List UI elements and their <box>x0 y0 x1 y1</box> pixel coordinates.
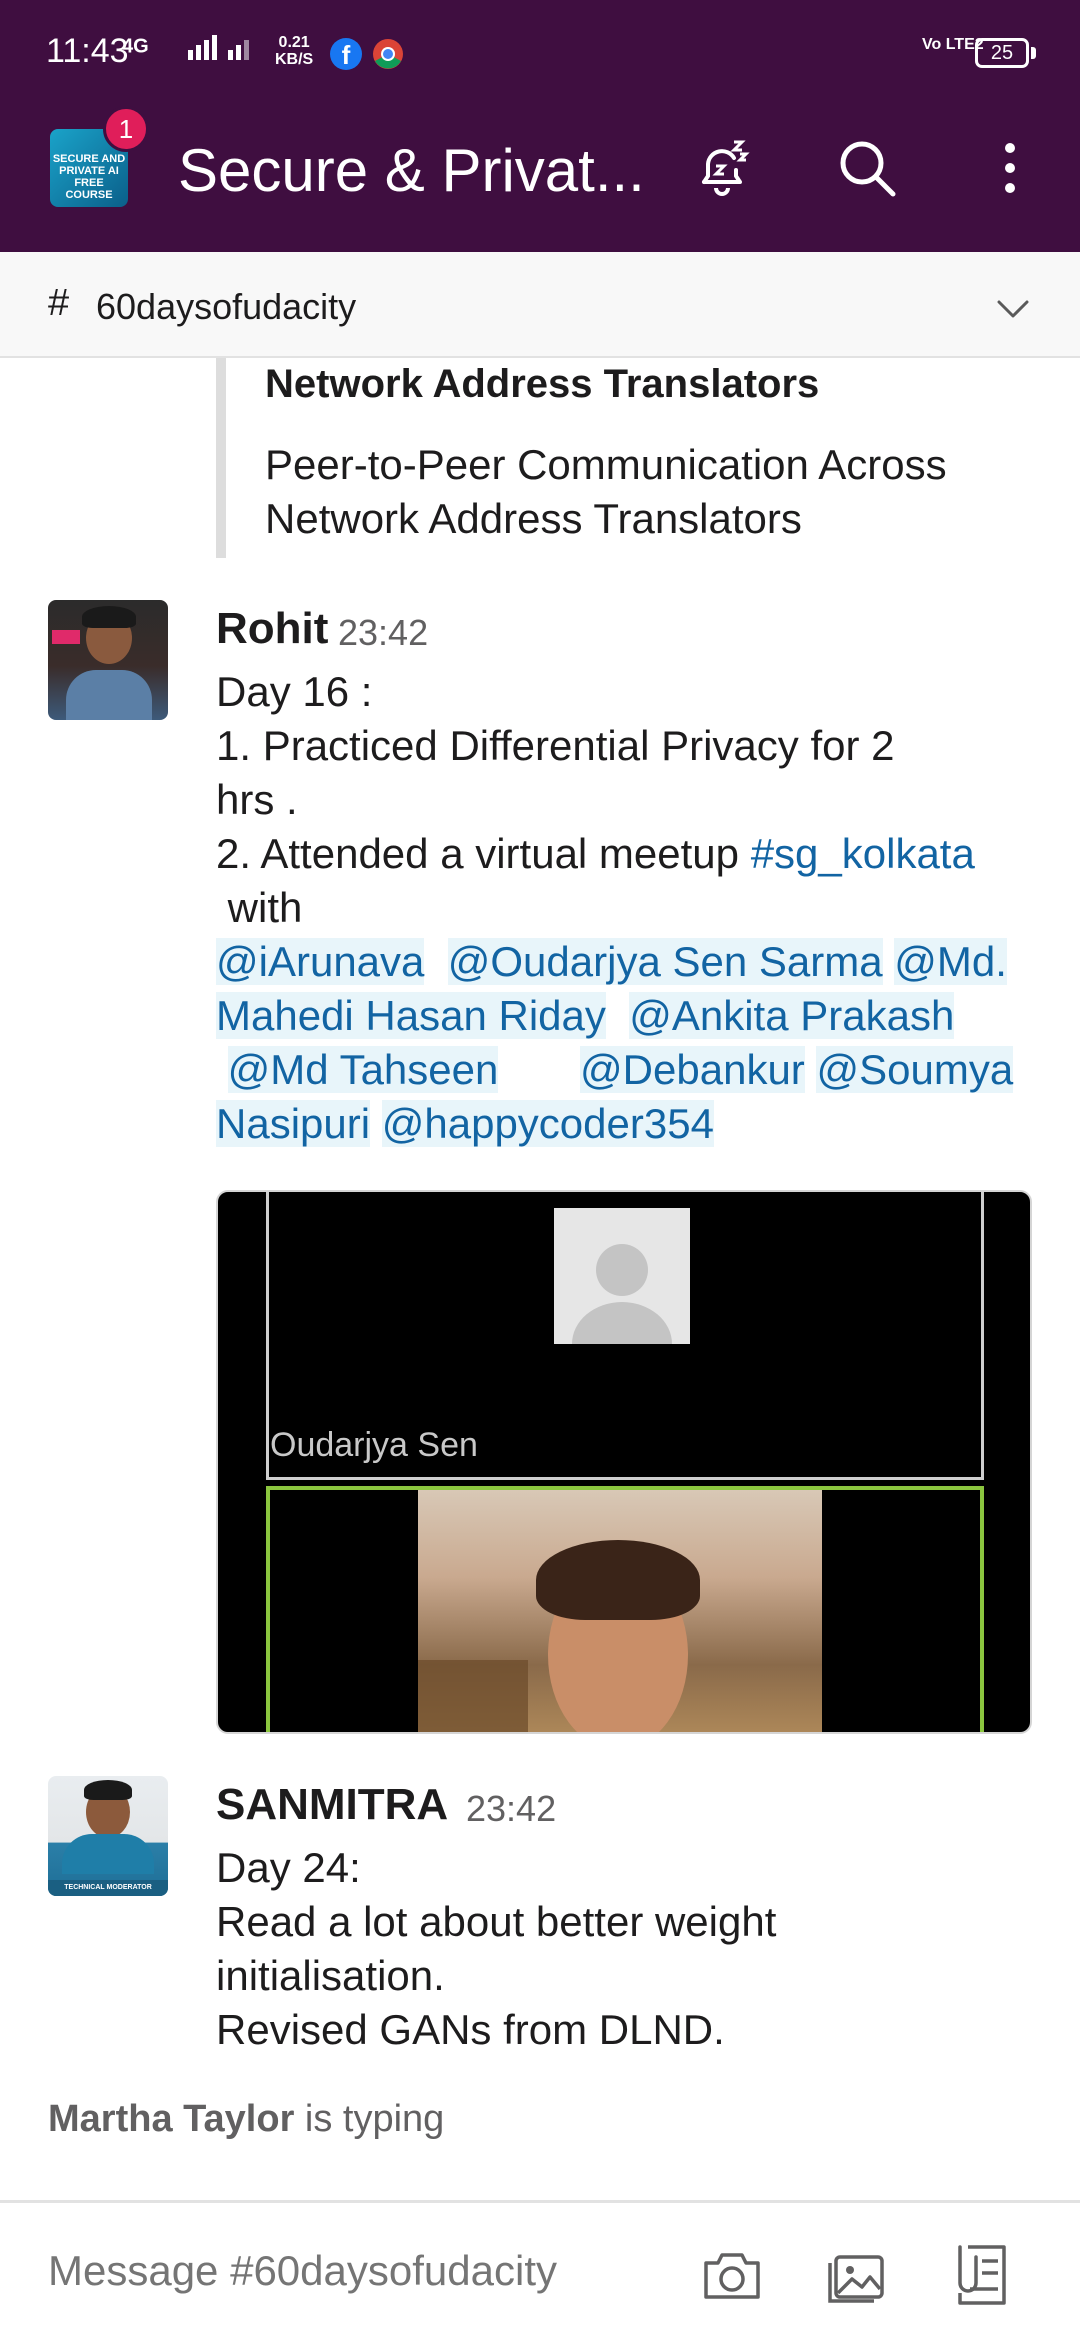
user-mention[interactable]: @Soumya <box>816 1046 1014 1093</box>
message-author[interactable]: SANMITRA <box>216 1780 448 1830</box>
workspace-title[interactable]: Secure & Privat... <box>178 136 645 205</box>
facebook-icon: f <box>330 38 362 70</box>
message-line: hrs . <box>216 776 298 823</box>
network-speed: 0.21 KB/S <box>275 34 313 68</box>
participant-video <box>418 1490 822 1732</box>
message-line: with <box>216 884 303 931</box>
typing-suffix: is typing <box>294 2098 445 2140</box>
battery-icon: 25 <box>975 38 1029 68</box>
avatar-sanmitra[interactable]: TECHNICAL MODERATOR <box>48 1776 168 1896</box>
user-mention[interactable]: @Oudarjya Sen Sarma <box>447 938 883 985</box>
message-body: Day 24: Read a lot about better weight i… <box>216 1841 1036 2057</box>
channel-hash-icon: # <box>48 282 70 324</box>
user-mention[interactable]: Mahedi Hasan Riday <box>216 992 606 1039</box>
message-line: @Md Tahseen @Debankur @Soumya <box>216 1043 1036 1097</box>
user-mention[interactable]: @Ankita Prakash <box>629 992 955 1039</box>
channel-link[interactable]: #sg_kolkata <box>751 830 975 877</box>
message-line: @iArunava @Oudarjya Sen Sarma @Md. <box>216 935 1036 989</box>
message-body: Day 16 : 1. Practiced Differential Priva… <box>216 665 1036 1151</box>
user-mention[interactable]: @happycoder354 <box>381 1100 714 1147</box>
more-options-icon[interactable] <box>978 136 1042 200</box>
message-line: Mahedi Hasan Riday @Ankita Prakash <box>216 989 1036 1043</box>
notification-badge: 1 <box>103 106 149 152</box>
message-line: Day 24: <box>216 1844 361 1891</box>
typing-user: Martha Taylor <box>48 2098 295 2140</box>
signal-bars-icon <box>188 35 250 60</box>
speed-unit: KB/S <box>275 51 314 68</box>
message-line: Read a lot about better weight <box>216 1898 777 1945</box>
message-author[interactable]: Rohit <box>216 604 328 654</box>
battery-level: 25 <box>990 42 1014 64</box>
app-header: SECURE AND PRIVATE AI FREE COURSE 1 Secu… <box>0 84 1080 252</box>
message-line: Day 16 : <box>216 668 373 715</box>
user-mention[interactable]: @Debankur <box>580 1046 805 1093</box>
message-line: initialisation. <box>216 1952 445 1999</box>
message-line: Nasipuri @happycoder354 <box>216 1097 1036 1151</box>
video-hair <box>536 1540 700 1620</box>
user-mention[interactable]: @iArunava <box>216 938 425 985</box>
chevron-down-icon[interactable] <box>995 290 1031 326</box>
participant-name: Oudarjya Sen <box>270 1426 478 1464</box>
message-timestamp[interactable]: 23:42 <box>466 1788 556 1830</box>
chrome-icon <box>373 39 403 69</box>
network-type: 4G <box>122 35 149 58</box>
user-mention[interactable]: @Md Tahseen <box>227 1046 499 1093</box>
network-signal-icon: 4G <box>122 34 254 60</box>
unfurl-quote-bar <box>216 358 226 558</box>
status-bar: 11:43 4G 0.21 KB/S f Vo LTE2 25 <box>0 0 1080 84</box>
message-line: Revised GANs from DLND. <box>216 2006 725 2053</box>
avatar-rohit[interactable] <box>48 600 168 720</box>
user-mention[interactable]: @Md. <box>894 938 1007 985</box>
status-time: 11:43 <box>46 32 129 70</box>
speed-value: 0.21 <box>278 34 310 51</box>
channel-bar[interactable]: # 60daysofudacity <box>0 252 1080 358</box>
attach-file-icon[interactable] <box>950 2243 1014 2307</box>
user-mention[interactable]: Nasipuri <box>216 1100 371 1147</box>
channel-name: 60daysofudacity <box>96 286 357 327</box>
search-icon[interactable] <box>835 136 899 200</box>
image-attachment[interactable]: Oudarjya Sen <box>216 1190 1032 1734</box>
person-silhouette-icon <box>572 1244 672 1344</box>
unfurl-description: Peer-to-Peer Communication Across Networ… <box>265 441 947 542</box>
typing-indicator: Martha Taylor is typing <box>48 2098 444 2141</box>
avatar-caption: TECHNICAL MODERATOR <box>48 1880 168 1896</box>
snooze-bell-icon[interactable] <box>690 136 754 200</box>
message-text: 2. Attended a virtual meetup <box>216 830 751 877</box>
battery-tip <box>1031 47 1036 59</box>
message-timestamp[interactable]: 23:42 <box>338 612 428 654</box>
video-background <box>418 1660 528 1732</box>
message-line: 2. Attended a virtual meetup #sg_kolkata <box>216 827 1036 881</box>
message-input[interactable] <box>48 2247 648 2295</box>
default-avatar-icon <box>554 1208 690 1344</box>
workspace-icon-text: SECURE AND PRIVATE AI FREE COURSE <box>52 153 126 201</box>
message-line: 1. Practiced Differential Privacy for 2 <box>216 722 895 769</box>
image-gallery-icon[interactable] <box>824 2243 888 2307</box>
unfurl-title[interactable]: Network Address Translators <box>265 362 819 407</box>
camera-icon[interactable] <box>700 2243 764 2307</box>
message-composer <box>0 2200 1080 2340</box>
